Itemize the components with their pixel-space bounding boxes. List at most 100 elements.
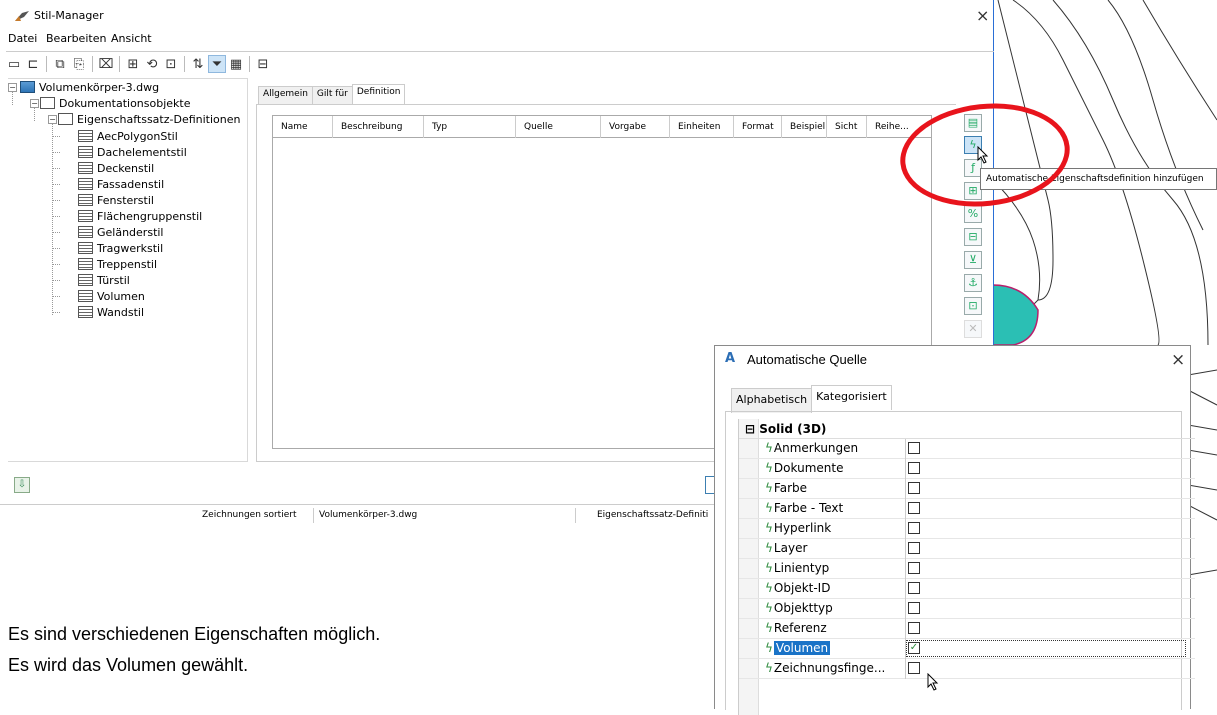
- collapse-icon[interactable]: −: [30, 99, 39, 108]
- property-checkbox[interactable]: [908, 482, 920, 494]
- property-checkbox[interactable]: [908, 522, 920, 534]
- add-classification-icon[interactable]: %: [964, 205, 982, 223]
- property-checkbox[interactable]: [908, 502, 920, 514]
- property-row-selected[interactable]: ϟ Volumen ✓: [739, 639, 1195, 659]
- tree-item-label: Tragwerkstil: [97, 241, 164, 255]
- menu-ansicht[interactable]: Ansicht: [111, 32, 152, 45]
- column-divider: [905, 659, 906, 679]
- tree-item[interactable]: Flächengruppenstil: [78, 208, 202, 224]
- tree-item[interactable]: Deckenstil: [78, 160, 154, 176]
- tree-item[interactable]: Wandstil: [78, 304, 144, 320]
- tab-allgemein[interactable]: Allgemein: [258, 86, 313, 104]
- tab-kategorisiert[interactable]: Kategorisiert: [811, 385, 892, 410]
- new-style-icon[interactable]: ⊞: [125, 56, 141, 72]
- property-checkbox[interactable]: [908, 562, 920, 574]
- copy-icon[interactable]: ⧉: [52, 56, 68, 72]
- tree-node-dokumentationsobjekte[interactable]: Dokumentationsobjekte: [40, 95, 191, 111]
- property-row[interactable]: ϟAnmerkungen: [739, 439, 1195, 459]
- collapse-icon[interactable]: −: [48, 115, 57, 124]
- property-row[interactable]: ϟZeichnungsfinge...: [739, 659, 1195, 679]
- tree-item[interactable]: AecPolygonStil: [78, 128, 178, 144]
- inventory-icon[interactable]: ⊟: [255, 56, 271, 72]
- purge-icon[interactable]: ⌧: [98, 56, 114, 72]
- add-anchor-icon[interactable]: ⚓: [964, 274, 982, 292]
- add-material-icon[interactable]: ⊟: [964, 228, 982, 246]
- tree-item[interactable]: Fassadenstil: [78, 176, 164, 192]
- property-checkbox[interactable]: [908, 462, 920, 474]
- property-checkbox[interactable]: [908, 582, 920, 594]
- property-set-icon: [78, 146, 93, 158]
- delete-icon[interactable]: ✕: [964, 320, 982, 338]
- auto-property-icon: ϟ: [765, 641, 773, 655]
- column-header[interactable]: Vorgabe: [601, 116, 670, 138]
- sort-icon[interactable]: ⇅: [190, 56, 206, 72]
- property-checkbox[interactable]: [908, 442, 920, 454]
- style-tree[interactable]: − Volumenkörper-3.dwg − Dokumentationsob…: [8, 78, 248, 462]
- property-row[interactable]: ϟFarbe - Text: [739, 499, 1195, 519]
- view-icon[interactable]: ▦: [228, 56, 244, 72]
- close-icon[interactable]: ×: [1171, 350, 1185, 370]
- filter-icon[interactable]: ⏷: [208, 55, 226, 73]
- tree-root[interactable]: Volumenkörper-3.dwg: [20, 79, 159, 95]
- column-header[interactable]: Beispiel: [782, 116, 827, 138]
- auto-property-icon: ϟ: [765, 441, 773, 455]
- property-checkbox[interactable]: [908, 622, 920, 634]
- property-row[interactable]: ϟObjekt-ID: [739, 579, 1195, 599]
- menu-bearbeiten[interactable]: Bearbeiten: [46, 32, 106, 45]
- menu-datei[interactable]: Datei: [8, 32, 37, 45]
- column-header[interactable]: Format: [734, 116, 782, 138]
- column-divider: [905, 619, 906, 639]
- tree-item[interactable]: Tragwerkstil: [78, 240, 163, 256]
- property-label: ϟObjekttyp: [765, 601, 833, 615]
- property-checkbox[interactable]: [908, 602, 920, 614]
- tree-item[interactable]: Dachelementstil: [78, 144, 187, 160]
- select-style-icon[interactable]: ⊡: [163, 56, 179, 72]
- column-header[interactable]: Typ: [424, 116, 516, 138]
- property-row[interactable]: ϟDokumente: [739, 459, 1195, 479]
- property-row[interactable]: ϟObjekttyp: [739, 599, 1195, 619]
- column-header[interactable]: Beschreibung: [333, 116, 424, 138]
- paste-icon[interactable]: ⎘: [71, 56, 87, 72]
- property-label: ϟObjekt-ID: [765, 581, 831, 595]
- property-row[interactable]: ϟFarbe: [739, 479, 1195, 499]
- property-row[interactable]: ϟHyperlink: [739, 519, 1195, 539]
- column-header[interactable]: Einheiten: [670, 116, 734, 138]
- annotation-line-2: Es wird das Volumen gewählt.: [8, 655, 249, 675]
- column-divider: [905, 519, 906, 539]
- property-row[interactable]: ϟLayer: [739, 539, 1195, 559]
- property-label: ϟAnmerkungen: [765, 441, 859, 455]
- column-divider: [905, 559, 906, 579]
- category-solid-3d[interactable]: ⊟ Solid (3D): [739, 419, 1195, 439]
- add-graphic-icon[interactable]: ⊻: [964, 251, 982, 269]
- tree-item-selected[interactable]: Volumen: [78, 288, 145, 304]
- property-row[interactable]: ϟReferenz: [739, 619, 1195, 639]
- tree-item[interactable]: Fensterstil: [78, 192, 154, 208]
- property-row[interactable]: ϟLinientyp: [739, 559, 1195, 579]
- open-icon[interactable]: ⊏: [25, 56, 41, 72]
- tree-item[interactable]: Treppenstil: [78, 256, 157, 272]
- column-header[interactable]: Sicht: [827, 116, 867, 138]
- property-checkbox-checked[interactable]: ✓: [908, 642, 920, 654]
- tab-gilt-fuer[interactable]: Gilt für: [311, 86, 353, 104]
- property-checkbox[interactable]: [908, 542, 920, 554]
- mouse-cursor-icon: [927, 673, 939, 691]
- property-list[interactable]: ⊟ Solid (3D) ϟAnmerkungen ϟDokumente ϟFa…: [738, 419, 1195, 715]
- property-set-icon: [78, 306, 93, 318]
- new-icon[interactable]: ▭: [6, 56, 22, 72]
- add-project-icon[interactable]: ⊡: [964, 297, 982, 315]
- auto-property-icon: ϟ: [765, 621, 773, 635]
- column-header[interactable]: Quelle: [516, 116, 601, 138]
- close-icon[interactable]: ×: [976, 6, 989, 25]
- property-set-icon: [78, 194, 93, 206]
- tab-alphabetisch[interactable]: Alphabetisch: [731, 388, 813, 413]
- tab-definition[interactable]: Definition: [351, 84, 406, 104]
- tree-connector: [52, 121, 53, 315]
- property-checkbox[interactable]: [908, 662, 920, 674]
- import-icon[interactable]: ⇩: [14, 477, 30, 493]
- column-header[interactable]: Name: [273, 116, 333, 138]
- tree-node-eigenschaftssatz[interactable]: Eigenschaftssatz-Definitionen: [58, 111, 240, 127]
- tree-item[interactable]: Geländerstil: [78, 224, 164, 240]
- collapse-icon[interactable]: −: [8, 83, 17, 92]
- edit-style-icon[interactable]: ⟲: [144, 56, 160, 72]
- tree-item[interactable]: Türstil: [78, 272, 130, 288]
